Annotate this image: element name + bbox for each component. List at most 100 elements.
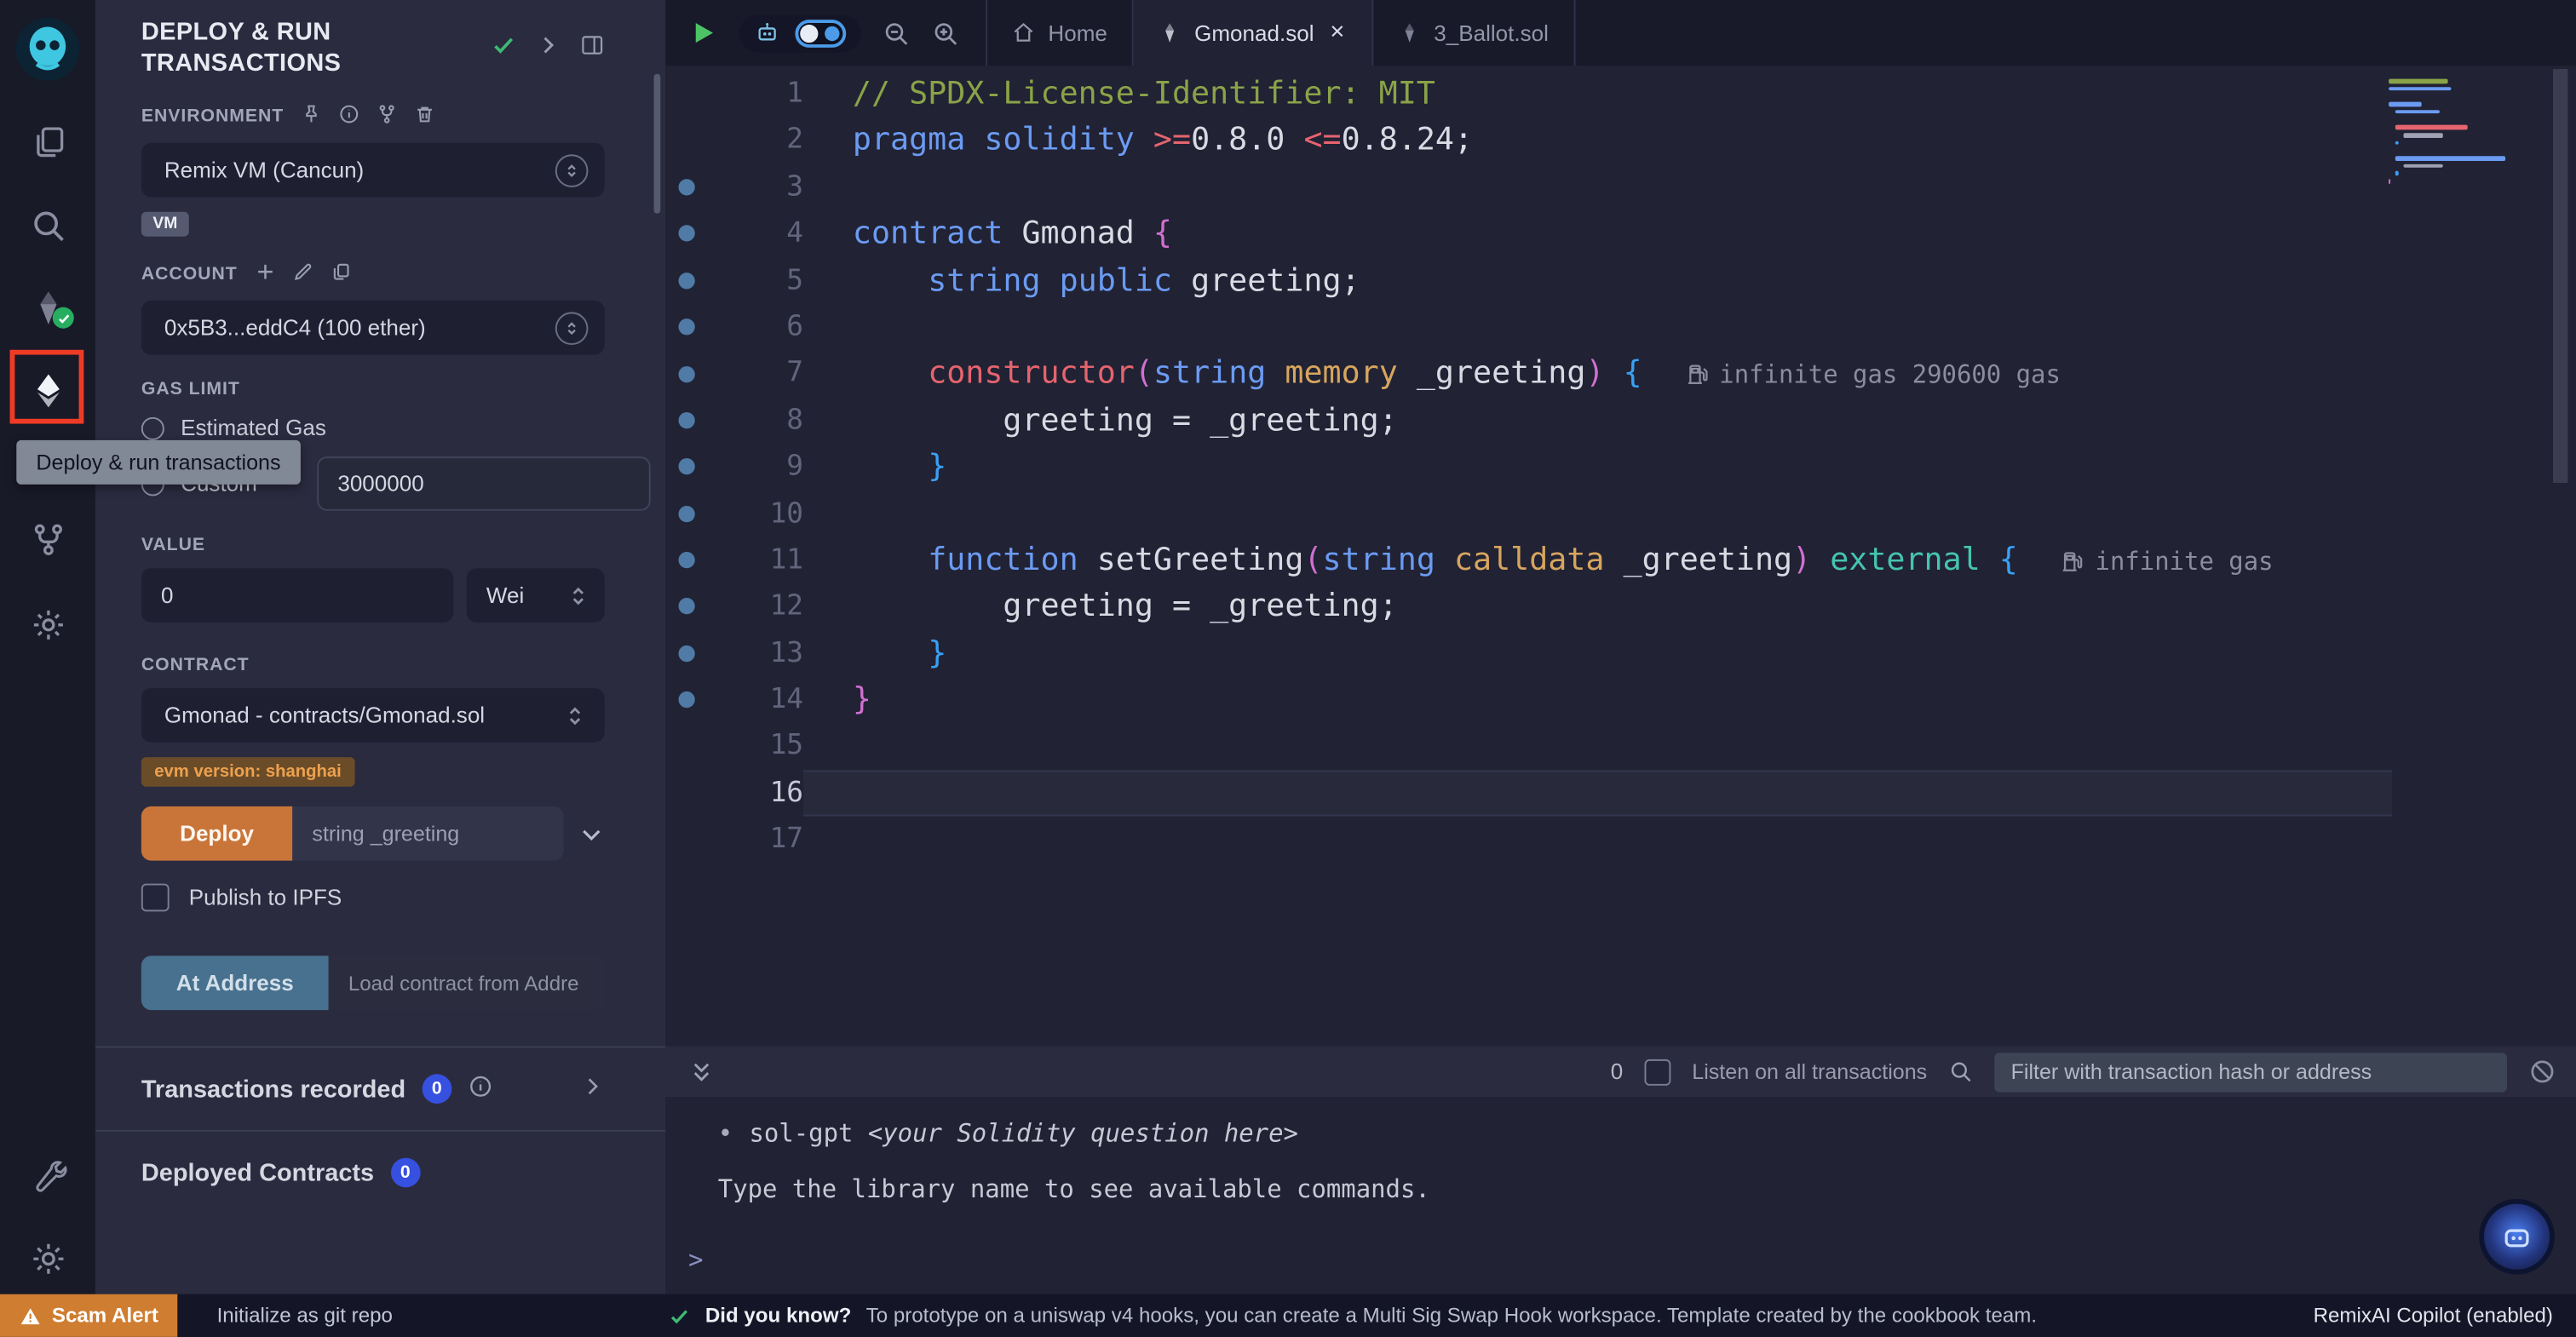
- deployed-contracts-row[interactable]: Deployed Contracts 0: [141, 1132, 605, 1214]
- code-line[interactable]: 5 string public greeting;: [665, 257, 2576, 304]
- clear-console-icon[interactable]: [2528, 1058, 2556, 1086]
- tab-ballot-sol[interactable]: 3_Ballot.sol: [1373, 0, 1575, 66]
- code-text[interactable]: pragma solidity >=0.8.0 <=0.8.24;: [803, 118, 2392, 164]
- code-text[interactable]: [803, 304, 2392, 351]
- code-text[interactable]: constructor(string memory _greeting) {in…: [803, 350, 2392, 397]
- panel-scrollbar[interactable]: [654, 74, 661, 214]
- gutter-dot-icon[interactable]: [678, 365, 694, 382]
- code-text[interactable]: [803, 770, 2392, 817]
- at-address-button[interactable]: At Address: [141, 955, 329, 1010]
- code-line[interactable]: 6: [665, 304, 2576, 351]
- code-text[interactable]: contract Gmonad {: [803, 210, 2392, 257]
- code-text[interactable]: // SPDX-License-Identifier: MIT: [803, 71, 2392, 118]
- git-icon[interactable]: [0, 519, 95, 558]
- code-line[interactable]: 2pragma solidity >=0.8.0 <=0.8.24;: [665, 118, 2576, 164]
- gutter-dot-icon[interactable]: [678, 505, 694, 521]
- code-line[interactable]: 12 greeting = _greeting;: [665, 583, 2576, 630]
- code-line[interactable]: 1// SPDX-License-Identifier: MIT: [665, 71, 2576, 118]
- code-line[interactable]: 17: [665, 817, 2576, 864]
- git-init-status[interactable]: Initialize as git repo: [217, 1304, 393, 1327]
- panel-collapse-icon[interactable]: [536, 33, 561, 66]
- value-input[interactable]: [141, 568, 453, 623]
- run-script-button[interactable]: [688, 18, 718, 48]
- code-text[interactable]: string public greeting;: [803, 257, 2392, 304]
- value-unit-select[interactable]: Wei: [467, 568, 605, 623]
- fork-state-icon[interactable]: [376, 103, 397, 129]
- publish-ipfs-checkbox[interactable]: [141, 884, 170, 912]
- constructor-args-input[interactable]: [292, 806, 563, 861]
- code-line[interactable]: 16: [665, 770, 2576, 817]
- pin-environment-icon[interactable]: [301, 103, 322, 129]
- code-line[interactable]: 4contract Gmonad {: [665, 210, 2576, 257]
- gutter-dot-icon[interactable]: [678, 273, 694, 289]
- editor-scrollbar[interactable]: [2553, 66, 2567, 1046]
- code-line[interactable]: 15: [665, 723, 2576, 770]
- code-text[interactable]: greeting = _greeting;: [803, 583, 2392, 630]
- code-editor[interactable]: 1// SPDX-License-Identifier: MIT2pragma …: [665, 66, 2576, 1046]
- minimap[interactable]: [2389, 76, 2516, 210]
- gutter-dot-icon[interactable]: [678, 412, 694, 428]
- expand-constructor-args-icon[interactable]: [578, 820, 605, 846]
- settings-icon[interactable]: [0, 1238, 95, 1277]
- gutter-dot-icon[interactable]: [678, 646, 694, 662]
- terminal-prompt[interactable]: >: [688, 1245, 2576, 1275]
- delete-state-icon[interactable]: [414, 103, 435, 129]
- gutter-dot-icon[interactable]: [678, 318, 694, 335]
- code-text[interactable]: [803, 164, 2392, 210]
- file-explorer-icon[interactable]: [0, 122, 95, 161]
- code-text[interactable]: function setGreeting(string calldata _gr…: [803, 537, 2392, 583]
- copilot-toggle[interactable]: [795, 19, 846, 47]
- account-select[interactable]: 0x5B3...eddC4 (100 ether): [141, 301, 605, 355]
- contract-select[interactable]: Gmonad - contracts/Gmonad.sol: [141, 688, 605, 743]
- code-line[interactable]: 13 }: [665, 630, 2576, 677]
- estimated-gas-option[interactable]: Estimated Gas: [141, 416, 605, 440]
- gutter-dot-icon[interactable]: [678, 552, 694, 568]
- deploy-button[interactable]: Deploy: [141, 806, 292, 861]
- code-text[interactable]: [803, 491, 2392, 537]
- remixai-assistant-button[interactable]: [2479, 1199, 2555, 1275]
- zoom-out-icon[interactable]: [883, 19, 911, 47]
- gutter-dot-icon[interactable]: [678, 599, 694, 615]
- code-text[interactable]: greeting = _greeting;: [803, 397, 2392, 444]
- expand-terminal-icon[interactable]: [688, 1059, 715, 1085]
- estimated-gas-radio[interactable]: [141, 416, 164, 439]
- code-line[interactable]: 9 }: [665, 444, 2576, 491]
- tab-gmonad-sol[interactable]: Gmonad.sol: [1134, 0, 1373, 66]
- code-line[interactable]: 7 constructor(string memory _greeting) {…: [665, 350, 2576, 397]
- search-icon[interactable]: [0, 205, 95, 244]
- code-text[interactable]: }: [803, 677, 2392, 724]
- copilot-status[interactable]: RemixAI Copilot (enabled): [2314, 1304, 2553, 1327]
- code-line[interactable]: 3: [665, 164, 2576, 210]
- scam-alert-badge[interactable]: Scam Alert: [0, 1294, 177, 1337]
- gutter-dot-icon[interactable]: [678, 691, 694, 708]
- code-line[interactable]: 14}: [665, 677, 2576, 724]
- zoom-in-icon[interactable]: [931, 19, 959, 47]
- gutter-dot-icon[interactable]: [678, 226, 694, 242]
- terminal[interactable]: •sol-gpt <your Solidity question here>Ty…: [665, 1097, 2576, 1294]
- transactions-recorded-row[interactable]: Transactions recorded 0: [141, 1047, 605, 1129]
- transactions-info-icon[interactable]: [468, 1073, 492, 1105]
- code-text[interactable]: [803, 817, 2392, 864]
- close-tab-icon[interactable]: [1327, 20, 1347, 45]
- at-address-input[interactable]: [329, 955, 605, 1010]
- custom-gas-input[interactable]: [316, 456, 649, 511]
- code-line[interactable]: 10: [665, 491, 2576, 537]
- sign-message-icon[interactable]: [291, 261, 313, 288]
- code-line[interactable]: 11 function setGreeting(string calldata …: [665, 537, 2576, 583]
- transactions-expand-icon[interactable]: [580, 1073, 605, 1105]
- code-line[interactable]: 8 greeting = _greeting;: [665, 397, 2576, 444]
- transaction-filter-input[interactable]: [1994, 1052, 2507, 1091]
- tab-home[interactable]: Home: [986, 0, 1134, 66]
- tools-icon[interactable]: [0, 1156, 95, 1196]
- scrollbar-thumb[interactable]: [2553, 69, 2567, 483]
- code-text[interactable]: }: [803, 630, 2392, 677]
- code-text[interactable]: }: [803, 444, 2392, 491]
- remix-logo[interactable]: [0, 13, 95, 85]
- terminal-search-icon[interactable]: [1948, 1059, 1973, 1084]
- gutter-dot-icon[interactable]: [678, 459, 694, 475]
- publish-to-ipfs-row[interactable]: Publish to IPFS: [141, 884, 605, 912]
- solidity-compiler-icon[interactable]: [0, 287, 95, 326]
- gutter-dot-icon[interactable]: [678, 179, 694, 195]
- listen-all-transactions-checkbox[interactable]: [1644, 1059, 1670, 1085]
- plugin-manager-icon[interactable]: [0, 605, 95, 644]
